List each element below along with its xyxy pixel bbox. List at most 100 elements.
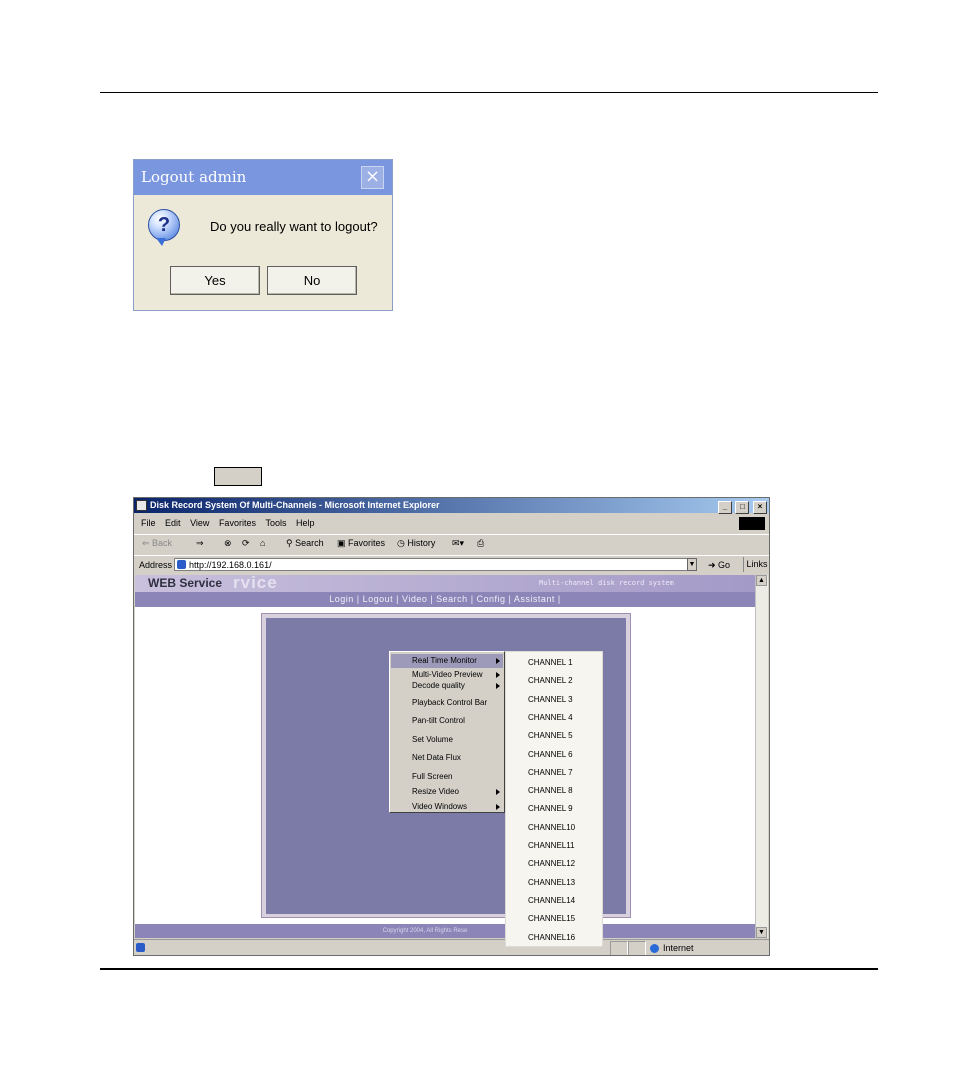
web-service-footer: Copyright 2004, All Rights Rese [135,924,755,938]
history-label: History [407,538,436,548]
address-label: Address [139,560,173,570]
print-icon[interactable]: ⎙ [477,538,484,549]
context-menu-item[interactable]: Real Time Monitor [391,654,503,668]
context-menu-item-label: Full Screen [412,772,453,781]
favorites-button[interactable]: ▣ Favorites [337,538,385,549]
home-icon[interactable]: ⌂ [260,538,265,548]
close-icon[interactable]: × [361,166,384,189]
header-ghost-text: rvice [233,573,278,592]
question-icon: ? [148,209,180,241]
channel-menu-item[interactable]: CHANNEL14 [528,895,575,907]
submenu-arrow-icon [496,672,500,678]
channel-menu-item[interactable]: CHANNEL 8 [528,785,573,797]
address-dropdown-icon[interactable]: ▼ [687,558,697,571]
scroll-down-icon[interactable]: ▼ [756,927,767,938]
go-label: Go [718,560,731,570]
web-service-nav[interactable]: Login | Logout | Video | Search | Config… [135,592,755,607]
inline-button-graphic [214,467,262,486]
context-menu-item-label: Video Windows [412,802,467,811]
question-icon-tail [156,238,166,246]
channel-menu-item[interactable]: CHANNEL 4 [528,712,573,724]
context-menu-item[interactable]: Pan-tilt Control [391,714,503,728]
maximize-icon[interactable]: □ [735,501,750,514]
channel-menu-item[interactable]: CHANNEL 1 [528,657,573,669]
forward-button[interactable]: ⇒ [196,538,204,549]
status-zone-label: Internet [663,943,694,953]
page-icon [177,560,186,569]
channel-menu-item[interactable]: CHANNEL13 [528,877,575,889]
dialog-title: Logout admin [141,168,247,186]
search-button[interactable]: ⚲ Search [286,538,324,549]
channel-menu-item[interactable]: CHANNEL 3 [528,694,573,706]
mail-icon[interactable]: ✉▾ [452,538,464,549]
refresh-icon[interactable]: ⟳ [242,538,250,549]
menu-view[interactable]: View [190,515,209,531]
footer-rule [100,968,878,970]
dialog-title-bar: Logout admin × [134,160,392,195]
web-service-title: WEB Service [148,576,223,590]
context-menu-item[interactable]: Playback Control Bar [391,696,503,710]
status-bar: Internet [134,939,769,955]
context-menu-item-label: Decode quality [412,681,465,690]
video-context-menu: Real Time Monitor Multi-Video Preview Deco… [389,651,505,813]
context-menu-item[interactable]: Set Volume [391,733,503,747]
channel-menu-item[interactable]: CHANNEL 5 [528,730,573,742]
status-page-icon [136,943,145,952]
submenu-arrow-icon [496,804,500,810]
menu-favorites[interactable]: Favorites [219,515,256,531]
channel-menu-item[interactable]: CHANNEL 2 [528,675,573,687]
context-menu-item-label: Real Time Monitor [412,656,477,665]
web-service-header: rvice WEB Service Multi-channel disk rec… [135,573,755,592]
menu-help[interactable]: Help [296,515,315,531]
search-label: Search [295,538,324,548]
logout-dialog: Logout admin × ? Do you really want to l… [133,159,393,311]
context-menu-item[interactable]: Net Data Flux [391,751,503,765]
channel-menu-item[interactable]: CHANNEL10 [528,822,575,834]
scroll-up-icon[interactable]: ▲ [756,575,767,586]
channel-menu-item[interactable]: CHANNEL 7 [528,767,573,779]
status-zone: Internet [650,943,694,954]
history-button[interactable]: ◷ History [397,538,435,549]
address-value: http://192.168.0.161/ [189,560,272,570]
no-button[interactable]: No [267,266,357,295]
minimize-icon[interactable]: _ [717,501,732,514]
app-icon [136,500,147,511]
context-menu-item[interactable]: Resize Video [391,785,503,799]
context-menu-item[interactable]: Decode quality [391,679,503,693]
favorites-label: Favorites [348,538,386,548]
yes-button[interactable]: Yes [170,266,260,295]
channel-menu-item[interactable]: CHANNEL11 [528,840,575,852]
submenu-arrow-icon [496,789,500,795]
status-cell [628,941,646,955]
channel-menu-item[interactable]: CHANNEL 6 [528,749,573,761]
menu-tools[interactable]: Tools [265,515,286,531]
web-service-subtitle: Multi-channel disk record system [539,579,674,587]
browser-title-bar: Disk Record System Of Multi-Channels - M… [134,498,769,514]
channel-menu-item[interactable]: CHANNEL 9 [528,803,573,815]
links-button[interactable]: Links [743,557,769,572]
window-controls: _ □ × [717,499,767,514]
context-menu-item[interactable]: Full Screen [391,770,503,784]
close-window-icon[interactable]: × [753,501,767,514]
context-menu-item-label: Set Volume [412,735,453,744]
context-menu-item-label: Resize Video [412,787,459,796]
dialog-message: Do you really want to logout? [210,219,378,234]
channel-submenu: CHANNEL 1 CHANNEL 2 CHANNEL 3 CHANNEL 4 CHAN… [505,651,603,947]
stop-icon[interactable]: ⊗ [224,538,232,549]
address-input[interactable]: http://192.168.0.161/ [174,558,696,571]
vertical-scrollbar[interactable]: ▲ ▼ [755,575,768,938]
channel-menu-item[interactable]: CHANNEL16 [528,932,575,944]
back-button[interactable]: ⇐ Back [142,538,172,549]
channel-menu-item[interactable]: CHANNEL12 [528,858,575,870]
globe-icon [650,944,659,954]
windows-logo-icon [739,517,765,530]
context-menu-item-label: Playback Control Bar [412,698,488,707]
submenu-arrow-icon [496,683,500,689]
go-button[interactable]: ➜ Go [708,560,730,571]
footer-text: Copyright 2004, All Rights Rese [382,928,468,934]
context-menu-item[interactable]: Video Windows [391,800,503,814]
browser-title: Disk Record System Of Multi-Channels - M… [150,500,440,510]
menu-file[interactable]: File [141,515,156,531]
channel-menu-item[interactable]: CHANNEL15 [528,913,575,925]
menu-edit[interactable]: Edit [165,515,181,531]
